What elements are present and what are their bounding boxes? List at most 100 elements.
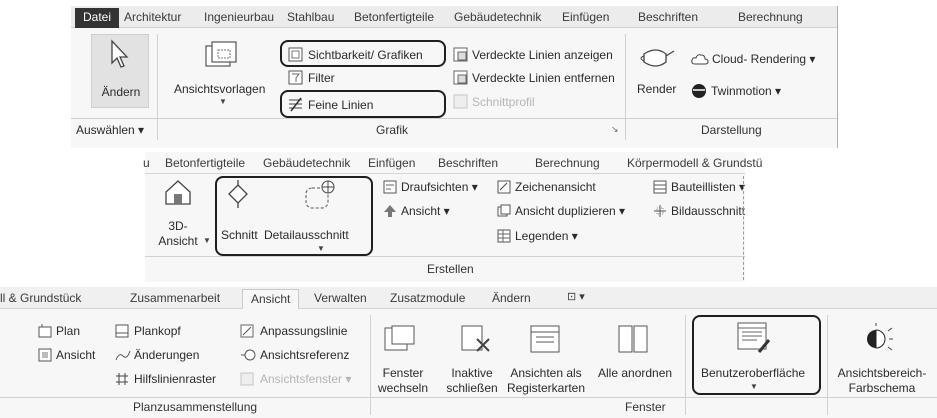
ribbon-panel-2: u Betonfertigteile Gebäudetechnik Einfüg… xyxy=(143,152,762,282)
farbschema-button[interactable]: Ansichtsbereich- xyxy=(832,366,932,380)
auswaehlen-dropdown[interactable]: Auswählen ▾ xyxy=(76,123,144,137)
alle-anordnen-button[interactable]: Alle anordnen xyxy=(598,366,672,380)
tab-ansicht[interactable]: Ansicht xyxy=(242,289,300,309)
inaktive-schliessen-button[interactable]: Inaktive xyxy=(440,366,504,380)
zeichenansicht-icon xyxy=(497,180,511,194)
bildausschnitt-button[interactable]: Bildausschnitt xyxy=(671,204,745,218)
fenster-wechseln-label-2: wechseln xyxy=(377,381,429,395)
aendern-label: Ändern xyxy=(101,85,141,99)
tab-betonfertigteile[interactable]: Betonfertigteile xyxy=(354,10,434,24)
zeichenansicht-button[interactable]: Zeichenansicht xyxy=(515,180,596,194)
ribbon-tabbar: u Betonfertigteile Gebäudetechnik Einfüg… xyxy=(143,152,762,174)
ansichtsfenster-icon xyxy=(240,372,254,386)
quick-access-menu-icon[interactable]: ⊡ ▾ xyxy=(567,290,585,303)
ansicht-3d-label-2: Ansicht xyxy=(158,234,198,248)
highlight-sichtbarkeit xyxy=(280,40,446,67)
fenster-group-label: Fenster xyxy=(625,400,666,414)
tab-ingenieurbau[interactable]: Ingenieurbau xyxy=(204,10,274,24)
plankopf-icon xyxy=(115,324,129,338)
tab-grundstueck[interactable]: ll & Grundstück xyxy=(0,291,81,305)
render-button[interactable]: Render xyxy=(637,82,676,96)
ansicht-duplizieren-icon xyxy=(497,204,511,217)
tab-betonfertigteile[interactable]: Betonfertigteile xyxy=(165,156,245,170)
plan-icon xyxy=(38,324,52,338)
aenderungen-button[interactable]: Änderungen xyxy=(134,348,199,362)
tab-koerpermodell[interactable]: Körpermodell & Grundstü xyxy=(627,156,762,170)
tab-zusammenarbeit[interactable]: Zusammenarbeit xyxy=(130,291,220,305)
highlight-feine-linien xyxy=(280,90,446,118)
tab-einfuegen[interactable]: Einfügen xyxy=(562,10,609,24)
ribbon-panel-1: Datei Architektur Ingenieurbau Stahlbau … xyxy=(71,6,838,148)
ansichtsvorlagen-button[interactable]: Ansichtsvorlagen xyxy=(174,82,265,96)
ansicht-dropdown[interactable]: Ansicht ▾ xyxy=(401,204,450,218)
twinmotion-button[interactable]: Twinmotion ▾ xyxy=(711,84,781,98)
plankopf-button[interactable]: Plankopf xyxy=(134,324,181,338)
draufsichten-button[interactable]: Draufsichten ▾ xyxy=(401,180,478,194)
tab-verwalten[interactable]: Verwalten xyxy=(314,291,367,305)
aendern-button[interactable]: Ändern xyxy=(91,34,149,108)
tab-einfuegen[interactable]: Einfügen xyxy=(368,156,415,170)
ansicht-arrow-icon xyxy=(384,205,396,217)
tab-aendern[interactable]: Ändern xyxy=(492,291,531,305)
ansicht-duplizieren-button[interactable]: Ansicht duplizieren ▾ xyxy=(515,204,625,218)
tab-beschriften[interactable]: Beschriften xyxy=(638,10,698,24)
registerkarten-icon xyxy=(530,325,560,353)
ansicht-3d-caret[interactable]: ▼ xyxy=(203,236,211,245)
tab-beschriften[interactable]: Beschriften xyxy=(438,156,498,170)
ribbon-tabbar: ll & Grundstück Zusammenarbeit Ansicht V… xyxy=(0,287,937,309)
tab-partial[interactable]: u xyxy=(143,156,150,170)
farbschema-label-2: Farbschema xyxy=(848,381,916,395)
tab-berechnung[interactable]: Berechnung xyxy=(738,10,803,24)
filter-button[interactable]: Filter xyxy=(308,71,335,85)
fenster-wechseln-button[interactable]: Fenster xyxy=(376,366,430,380)
ansichtsreferenz-icon xyxy=(241,349,256,361)
cloud-icon xyxy=(691,54,709,65)
ansicht-platzieren-button[interactable]: Ansicht xyxy=(56,348,95,362)
tab-berechnung[interactable]: Berechnung xyxy=(535,156,600,170)
ansichtsreferenz-button[interactable]: Ansichtsreferenz xyxy=(260,348,349,362)
legenden-icon xyxy=(497,229,511,243)
teapot-icon xyxy=(640,49,675,67)
erstellen-group-label: Erstellen xyxy=(427,262,474,276)
tab-architektur[interactable]: Architektur xyxy=(124,10,181,24)
draufsichten-icon xyxy=(383,180,397,194)
dialog-launcher-icon[interactable]: ↘ xyxy=(611,124,619,135)
aenderungen-icon xyxy=(115,350,131,361)
anpassungslinie-icon xyxy=(240,324,254,338)
tab-stahlbau[interactable]: Stahlbau xyxy=(287,10,334,24)
tab-datei[interactable]: Datei xyxy=(75,8,120,28)
ansichtsfenster-button[interactable]: Ansichtsfenster ▾ xyxy=(260,372,351,386)
alle-anordnen-icon xyxy=(618,325,648,353)
tab-zusatzmodule[interactable]: Zusatzmodule xyxy=(390,291,465,305)
ansichtsvorlagen-icon xyxy=(205,41,237,67)
highlight-benutzeroberflaeche xyxy=(692,315,821,395)
bauteillisten-button[interactable]: Bauteillisten ▾ xyxy=(671,180,745,194)
grafik-group-label: Grafik xyxy=(376,123,409,137)
registerkarten-button[interactable]: Ansichten als xyxy=(506,366,586,380)
house-3d-icon xyxy=(165,180,191,205)
ansichtsvorlagen-caret[interactable]: ▼ xyxy=(219,97,227,106)
cloud-rendering-button[interactable]: Cloud- Rendering ▾ xyxy=(712,52,815,66)
farbschema-icon xyxy=(867,323,893,351)
twinmotion-icon xyxy=(692,84,706,98)
legenden-button[interactable]: Legenden ▾ xyxy=(515,229,578,243)
plan-button[interactable]: Plan xyxy=(56,324,80,338)
registerkarten-label-2: Registerkarten xyxy=(506,381,586,395)
verdeckte-entfernen-icon xyxy=(453,70,468,85)
verdeckte-anzeigen-button[interactable]: Verdeckte Linien anzeigen xyxy=(472,48,613,62)
bauteillisten-icon xyxy=(653,180,667,194)
hilfslinienraster-button[interactable]: Hilfslinienraster xyxy=(134,372,216,386)
inaktive-schliessen-label-2: schließen xyxy=(446,381,498,395)
filter-icon xyxy=(288,70,303,85)
schnittprofil-icon xyxy=(453,94,468,109)
highlight-schnitt-detail xyxy=(215,176,373,256)
tab-gebaeudetechnik[interactable]: Gebäudetechnik xyxy=(454,10,541,24)
anpassungslinie-button[interactable]: Anpassungslinie xyxy=(260,324,347,338)
tab-gebaeudetechnik[interactable]: Gebäudetechnik xyxy=(263,156,350,170)
ansicht-3d-button[interactable]: 3D- xyxy=(155,219,201,233)
verdeckte-entfernen-button[interactable]: Verdeckte Linien entfernen xyxy=(472,71,615,85)
planzusammenstellung-group-label: Planzusammenstellung xyxy=(133,400,258,414)
schnittprofil-button[interactable]: Schnittprofil xyxy=(472,95,535,109)
fenster-wechseln-icon xyxy=(384,325,415,351)
ribbon-tabbar: Datei Architektur Ingenieurbau Stahlbau … xyxy=(71,6,837,28)
